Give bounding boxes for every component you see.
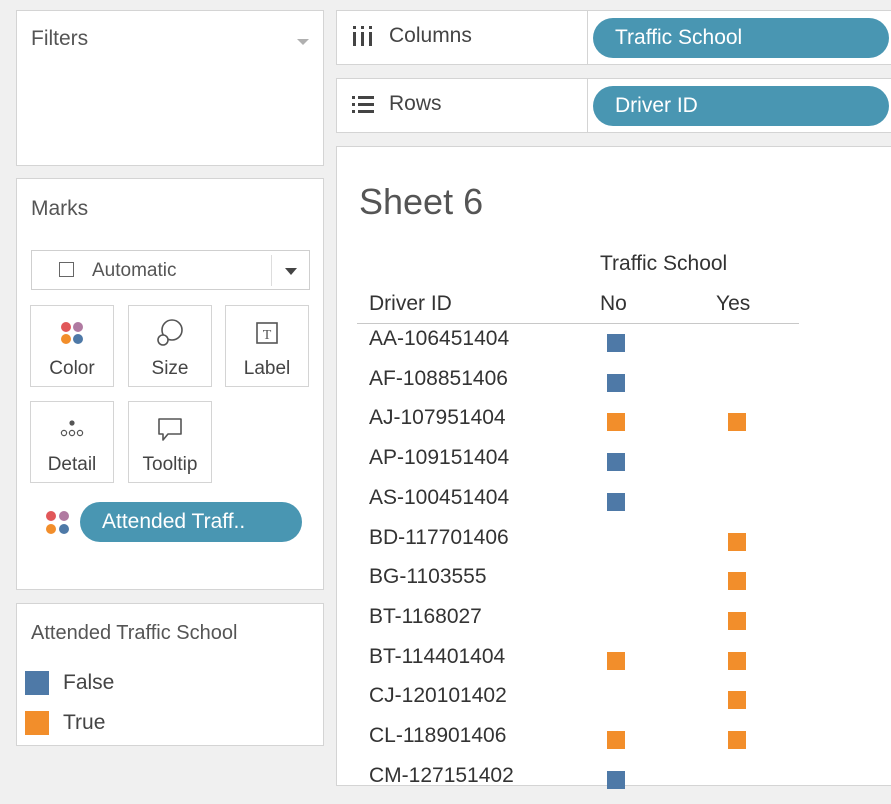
columns-shelf-label-area: Columns [337, 11, 588, 64]
filters-title: Filters [31, 27, 89, 50]
legend-title: Attended Traffic School [31, 622, 238, 644]
filters-menu-caret-icon[interactable] [297, 39, 309, 45]
legend-swatch [25, 671, 49, 695]
color-button-label: Color [49, 358, 95, 379]
square-mark-yes[interactable] [728, 413, 746, 432]
square-mark-yes[interactable] [728, 651, 746, 670]
column-header-no[interactable]: No [600, 292, 627, 316]
square-mark-yes[interactable] [728, 572, 746, 591]
square-mark-no[interactable] [607, 334, 625, 352]
square-mark-no[interactable] [607, 373, 625, 392]
square-mark-no[interactable] [607, 770, 625, 789]
worksheet-view[interactable]: Sheet 6 Traffic School Driver ID No Yes … [336, 146, 891, 789]
dropdown-divider [271, 255, 272, 286]
square-mark-yes[interactable] [728, 611, 746, 630]
color-field-pill[interactable]: Attended Traff.. [80, 502, 302, 542]
driver-id-label[interactable]: BT-1168027 [369, 605, 482, 629]
column-field-header: Traffic School [600, 252, 728, 275]
color-legend-panel: Attended Traffic School False True [16, 603, 324, 746]
driver-id-label[interactable]: AF-108851406 [369, 367, 508, 391]
header-divider [357, 323, 799, 324]
detail-button[interactable]: Detail [30, 401, 114, 483]
tooltip-icon [129, 414, 211, 444]
marks-title: Marks [31, 197, 89, 220]
driver-id-label[interactable]: BT-114401404 [369, 645, 505, 669]
rows-shelf-label: Rows [389, 92, 442, 115]
tooltip-button-label: Tooltip [142, 454, 198, 475]
size-icon [129, 318, 211, 348]
driver-id-label[interactable]: CM-127151402 [369, 764, 514, 788]
label-button[interactable]: T Label [225, 305, 309, 387]
rows-field-pill[interactable]: Driver ID [593, 86, 889, 126]
marks-panel: Marks Automatic Color Size T Label Detai… [16, 178, 324, 590]
rows-shelf-label-area: Rows [337, 79, 588, 132]
driver-id-label[interactable]: BD-117701406 [369, 526, 509, 550]
square-mark-yes[interactable] [728, 691, 746, 710]
driver-id-label[interactable]: CJ-120101402 [369, 684, 507, 708]
square-mark-yes[interactable] [728, 532, 746, 551]
size-button-label: Size [151, 358, 189, 379]
color-dots-icon [43, 508, 73, 543]
row-field-header[interactable]: Driver ID [369, 292, 452, 316]
columns-icon [351, 25, 375, 52]
label-button-label: Label [243, 358, 291, 379]
square-mark-no[interactable] [607, 413, 625, 432]
detail-icon [31, 414, 113, 444]
detail-button-label: Detail [47, 454, 97, 475]
driver-id-label[interactable]: AP-109151404 [369, 446, 509, 470]
rows-icon [351, 93, 375, 120]
legend-item-label: True [63, 711, 106, 734]
color-button[interactable]: Color [30, 305, 114, 387]
driver-id-label[interactable]: CL-118901406 [369, 724, 506, 748]
mark-type-dropdown[interactable]: Automatic [31, 250, 310, 290]
legend-swatch [25, 711, 49, 735]
size-button[interactable]: Size [128, 305, 212, 387]
chevron-down-icon[interactable] [285, 268, 297, 275]
columns-shelf[interactable]: Columns Traffic School [336, 10, 891, 65]
driver-id-label[interactable]: BG-1103555 [369, 565, 487, 589]
mark-type-square-icon [59, 262, 74, 277]
rows-shelf[interactable]: Rows Driver ID [336, 78, 891, 133]
square-mark-yes[interactable] [728, 731, 746, 749]
columns-field-pill[interactable]: Traffic School [593, 18, 889, 58]
legend-item-label: False [63, 671, 115, 694]
square-mark-no[interactable] [607, 651, 625, 670]
color-dots-icon [31, 318, 113, 348]
column-header-yes[interactable]: Yes [716, 292, 750, 316]
columns-shelf-label: Columns [389, 24, 472, 47]
filters-panel[interactable]: Filters [16, 10, 324, 166]
driver-id-label[interactable]: AJ-107951404 [369, 406, 506, 430]
label-icon: T [226, 318, 308, 348]
sheet-title: Sheet 6 [359, 181, 484, 222]
svg-text:T: T [263, 328, 272, 343]
square-mark-no[interactable] [607, 731, 625, 749]
driver-id-label[interactable]: AS-100451404 [369, 486, 509, 510]
tooltip-button[interactable]: Tooltip [128, 401, 212, 483]
square-mark-no[interactable] [607, 492, 625, 511]
mark-type-value: Automatic [92, 260, 177, 281]
driver-id-label[interactable]: AA-106451404 [369, 327, 509, 351]
square-mark-no[interactable] [607, 453, 625, 472]
